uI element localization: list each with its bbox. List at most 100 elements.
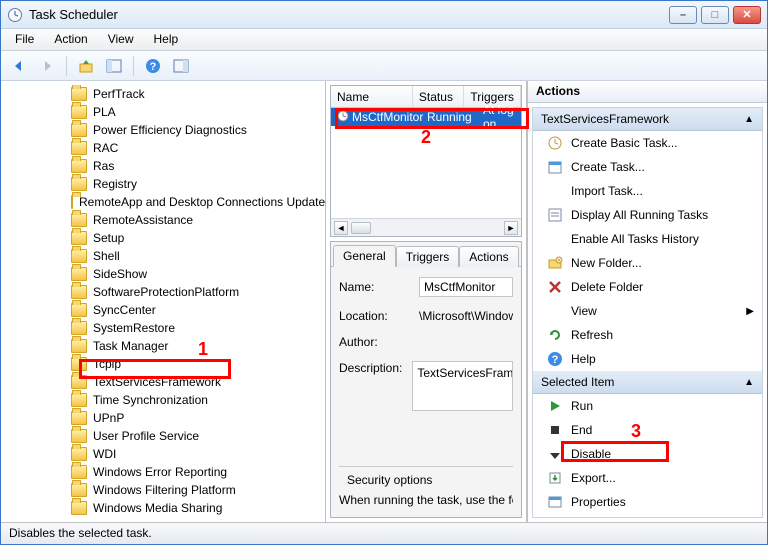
panel-button-1[interactable] — [102, 54, 126, 78]
scroll-left-icon[interactable]: ◄ — [334, 221, 348, 235]
col-name[interactable]: Name — [331, 86, 413, 107]
action-item[interactable]: Delete Folder — [533, 275, 762, 299]
task-status: Running — [421, 110, 477, 124]
menu-help[interactable]: Help — [144, 29, 189, 50]
tree-item[interactable]: Shell — [71, 247, 325, 265]
menu-view[interactable]: View — [98, 29, 144, 50]
folder-icon — [71, 213, 87, 227]
task-details: General Triggers Actions ◄ ► Name: MsCtf… — [330, 241, 522, 518]
action-item[interactable]: Export... — [533, 466, 762, 490]
tree-item[interactable]: RAC — [71, 139, 325, 157]
tree-item[interactable]: Setup — [71, 229, 325, 247]
tree-item-label: Shell — [91, 249, 122, 263]
action-item[interactable]: Run — [533, 394, 762, 418]
back-button[interactable] — [7, 54, 31, 78]
security-options-title: Security options — [343, 473, 436, 487]
tab-actions[interactable]: Actions — [459, 246, 518, 267]
panel-button-2[interactable] — [169, 54, 193, 78]
help-button[interactable]: ? — [141, 54, 165, 78]
action-item-label: View — [571, 304, 597, 318]
tree-item[interactable]: PerfTrack — [71, 85, 325, 103]
tree-item[interactable]: Time Synchronization — [71, 391, 325, 409]
up-button[interactable] — [74, 54, 98, 78]
tree-item[interactable]: UPnP — [71, 409, 325, 427]
actions-header: Actions — [528, 81, 767, 103]
col-status[interactable]: Status — [413, 86, 465, 107]
detail-location-value: \Microsoft\Windows\TextServicesFramework — [419, 309, 513, 323]
action-item[interactable]: Display All Running Tasks — [533, 203, 762, 227]
folder-icon — [71, 357, 87, 371]
tab-general[interactable]: General — [333, 245, 396, 267]
folder-icon — [71, 501, 87, 515]
tree-item-label: UPnP — [91, 411, 126, 425]
folder-icon — [71, 393, 87, 407]
tree-item[interactable]: SoftwareProtectionPlatform — [71, 283, 325, 301]
tree-item[interactable]: Registry — [71, 175, 325, 193]
tab-scroll-left-icon[interactable]: ◄ — [521, 248, 522, 266]
tree-item[interactable]: Tcpip — [71, 355, 325, 373]
tree-scroll[interactable]: PerfTrackPLAPower Efficiency Diagnostics… — [1, 85, 325, 522]
action-item[interactable]: ?Help — [533, 347, 762, 371]
menu-action[interactable]: Action — [44, 29, 97, 50]
action-group-selected[interactable]: Selected Item ▲ — [533, 371, 762, 394]
tree-item[interactable]: Power Efficiency Diagnostics — [71, 121, 325, 139]
actions-scroll[interactable]: TextServicesFramework ▲ Create Basic Tas… — [532, 107, 763, 518]
action-item[interactable]: ✳New Folder... — [533, 251, 762, 275]
folder-icon — [71, 447, 87, 461]
action-item[interactable]: Enable All Tasks History — [533, 227, 762, 251]
tree-item-label: Setup — [91, 231, 126, 245]
tree-item[interactable]: SyncCenter — [71, 301, 325, 319]
main-area: PerfTrackPLAPower Efficiency Diagnostics… — [1, 81, 767, 522]
folder-icon — [71, 339, 87, 353]
tree-item-label: SideShow — [91, 267, 149, 281]
tree-item[interactable]: RemoteApp and Desktop Connections Update — [71, 193, 325, 211]
detail-name-value[interactable]: MsCtfMonitor — [419, 277, 513, 297]
export-icon — [547, 470, 563, 486]
tree-item[interactable]: SystemRestore — [71, 319, 325, 337]
task-row[interactable]: MsCtfMonitor Running At log on — [331, 108, 521, 126]
action-item[interactable]: Create Task... — [533, 155, 762, 179]
maximize-button[interactable]: □ — [701, 6, 729, 24]
clock-icon — [547, 135, 563, 151]
action-item-label: Properties — [571, 495, 626, 509]
folder-icon — [71, 231, 87, 245]
minimize-button[interactable]: – — [669, 6, 697, 24]
tree-item[interactable]: Windows Filtering Platform — [71, 481, 325, 499]
tree-item[interactable]: Task Manager — [71, 337, 325, 355]
action-item[interactable]: Properties — [533, 490, 762, 514]
action-group-selected-label: Selected Item — [541, 375, 614, 389]
action-item[interactable]: Delete — [533, 514, 762, 518]
status-text: Disables the selected task. — [9, 526, 152, 540]
refresh-icon — [547, 327, 563, 343]
tree-item[interactable]: SideShow — [71, 265, 325, 283]
forward-button[interactable] — [35, 54, 59, 78]
action-item[interactable]: End — [533, 418, 762, 442]
action-item[interactable]: View▶ — [533, 299, 762, 323]
close-button[interactable]: ✕ — [733, 6, 761, 24]
action-item[interactable]: Import Task... — [533, 179, 762, 203]
action-item[interactable]: Refresh — [533, 323, 762, 347]
tree-item[interactable]: Windows Media Sharing — [71, 499, 325, 517]
tree-item[interactable]: PLA — [71, 103, 325, 121]
tree-item[interactable]: WDI — [71, 445, 325, 463]
tree-item[interactable]: RemoteAssistance — [71, 211, 325, 229]
action-group-folder[interactable]: TextServicesFramework ▲ — [533, 108, 762, 131]
detail-description-value[interactable]: TextServicesFramework — [412, 361, 513, 411]
tree-item[interactable]: Ras — [71, 157, 325, 175]
action-item[interactable]: Disable — [533, 442, 762, 466]
action-item-label: Refresh — [571, 328, 613, 342]
tab-triggers[interactable]: Triggers — [396, 246, 460, 267]
scroll-right-icon[interactable]: ► — [504, 221, 518, 235]
scroll-thumb[interactable] — [351, 222, 371, 234]
menubar: File Action View Help — [1, 29, 767, 51]
task-list-scrollbar[interactable]: ◄ ► — [331, 218, 521, 236]
statusbar: Disables the selected task. — [1, 522, 767, 544]
action-item[interactable]: Create Basic Task... — [533, 131, 762, 155]
action-item-label: Enable All Tasks History — [571, 232, 699, 246]
folder-tree: PerfTrackPLAPower Efficiency Diagnostics… — [1, 85, 325, 517]
detail-location-label: Location: — [339, 309, 409, 323]
tree-item[interactable]: TextServicesFramework — [71, 373, 325, 391]
tree-item[interactable]: Windows Error Reporting — [71, 463, 325, 481]
tree-item[interactable]: User Profile Service — [71, 427, 325, 445]
menu-file[interactable]: File — [5, 29, 44, 50]
